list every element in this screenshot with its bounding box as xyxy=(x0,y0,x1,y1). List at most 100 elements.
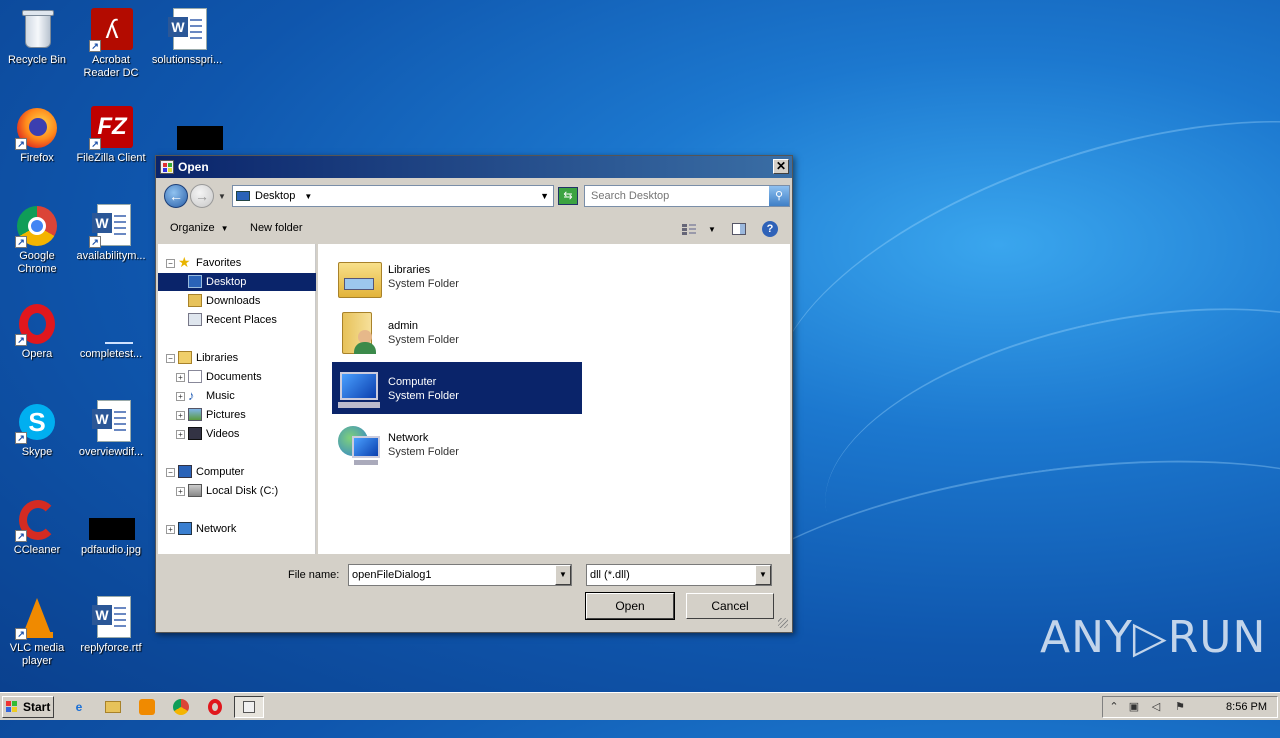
media-player-icon[interactable] xyxy=(138,698,156,716)
address-bar[interactable]: Desktop ▼ ▼ xyxy=(232,185,554,207)
chrome-icon[interactable] xyxy=(172,698,190,716)
start-label: Start xyxy=(23,700,51,714)
tree-item-videos[interactable]: + Videos xyxy=(158,425,316,443)
search-input[interactable] xyxy=(585,186,765,206)
chevron-down-icon[interactable]: ▼ xyxy=(755,565,771,585)
expand-icon[interactable]: + xyxy=(176,392,185,401)
network-status-icon[interactable]: ▣ xyxy=(1127,700,1141,714)
tree-item-downloads[interactable]: Downloads xyxy=(158,292,316,310)
desktop-icon-availability-doc[interactable]: W ↗ availabilitym... xyxy=(74,204,148,263)
desktop-icon-skype[interactable]: S ↗ Skype xyxy=(0,400,74,459)
list-item-admin[interactable]: admin System Folder xyxy=(332,306,582,358)
expand-icon[interactable]: + xyxy=(176,487,185,496)
network-globe-icon xyxy=(336,422,382,468)
app-icon xyxy=(160,160,174,174)
desktop-icon-vlc[interactable]: ↗ VLC media player xyxy=(0,596,74,668)
watermark: ANY▷RUN xyxy=(1040,612,1267,663)
address-dropdown-icon[interactable]: ▼ xyxy=(540,186,549,206)
expand-icon[interactable]: + xyxy=(176,430,185,439)
internet-explorer-icon[interactable]: e xyxy=(70,698,88,716)
desktop-icon-opera[interactable]: ↗ Opera xyxy=(0,302,74,361)
action-center-flag-icon[interactable]: ⚑ xyxy=(1173,700,1187,714)
dialog-titlebar[interactable]: Open ✕ xyxy=(156,156,792,178)
desktop-icon-ccleaner[interactable]: ↗ CCleaner xyxy=(0,498,74,557)
list-item-network[interactable]: Network System Folder xyxy=(332,418,582,470)
list-item-libraries[interactable]: Libraries System Folder xyxy=(332,250,582,302)
file-name-combobox[interactable]: ▼ xyxy=(348,564,572,586)
opera-icon[interactable] xyxy=(206,698,224,716)
organize-button[interactable]: Organize ▼ xyxy=(170,222,229,234)
dialog-footer: File name: ▼ dll (*.dll) ▼ Open Cancel xyxy=(158,556,790,630)
desktop-icon-solutions-doc[interactable]: W solutionsspri... xyxy=(150,8,224,67)
desktop-icon-overview-doc[interactable]: W overviewdif... xyxy=(74,400,148,459)
address-location[interactable]: Desktop xyxy=(255,190,295,202)
videos-icon xyxy=(188,427,202,440)
forward-button[interactable]: → xyxy=(190,184,214,208)
start-button[interactable]: Start xyxy=(2,696,54,718)
desktop-icon-filezilla[interactable]: FZ ↗ FileZilla Client xyxy=(74,106,148,165)
view-options-icon[interactable] xyxy=(682,223,696,235)
tree-item-computer[interactable]: − Computer xyxy=(158,463,316,481)
tree-item-libraries[interactable]: − Libraries xyxy=(158,349,316,367)
desktop-icon-firefox[interactable]: ↗ Firefox xyxy=(0,106,74,165)
desktop-icon-label: VLC media player xyxy=(9,642,65,667)
expand-icon[interactable]: + xyxy=(176,411,185,420)
back-button[interactable]: ← xyxy=(164,184,188,208)
file-type-select[interactable]: dll (*.dll) ▼ xyxy=(586,564,772,586)
collapse-icon[interactable]: − xyxy=(166,468,175,477)
new-folder-button[interactable]: New folder xyxy=(250,222,303,234)
volume-icon[interactable]: ◁ xyxy=(1149,700,1163,714)
desktop-icon-pdfaudio[interactable]: pdfaudio.jpg xyxy=(74,498,148,557)
search-icon[interactable]: ⚲ xyxy=(769,186,789,206)
desktop-icon-black-thumbnail[interactable] xyxy=(150,106,224,152)
cancel-button[interactable]: Cancel xyxy=(686,593,774,619)
tree-item-music[interactable]: + ♪ Music xyxy=(158,387,316,405)
collapse-icon[interactable]: − xyxy=(166,259,175,268)
desktop-icon-chrome[interactable]: ↗ Google Chrome xyxy=(0,204,74,276)
close-button[interactable]: ✕ xyxy=(773,159,789,174)
expand-icon[interactable]: + xyxy=(176,373,185,382)
chevron-down-icon: ▼ xyxy=(220,224,229,233)
expand-icon[interactable]: + xyxy=(166,525,175,534)
acrobat-icon: ʎ ↗ xyxy=(89,8,133,52)
file-name-input[interactable] xyxy=(349,565,553,585)
show-hidden-icons-icon[interactable]: ⌃ xyxy=(1107,700,1121,714)
desktop-icon-label: Acrobat Reader DC xyxy=(83,54,139,79)
file-explorer-icon[interactable] xyxy=(104,698,122,716)
chevron-down-icon[interactable]: ▼ xyxy=(555,565,571,585)
tree-item-pictures[interactable]: + Pictures xyxy=(158,406,316,424)
firefox-icon: ↗ xyxy=(15,106,59,150)
tree-item-label: Libraries xyxy=(196,352,239,364)
desktop-icon-replyforce[interactable]: W replyforce.rtf xyxy=(74,596,148,655)
open-button[interactable]: Open xyxy=(585,592,675,620)
clock[interactable]: 8:56 PM xyxy=(1226,701,1267,713)
preview-pane-icon[interactable] xyxy=(732,223,746,235)
open-file-dialog: Open ✕ ← → ▼ Desktop ▼ ▼ ⇆ ⚲ Organize ▼ N… xyxy=(155,155,793,633)
recent-locations-dropdown[interactable]: ▼ xyxy=(218,192,226,201)
refresh-button[interactable]: ⇆ xyxy=(558,187,578,205)
skype-icon: S ↗ xyxy=(15,400,59,444)
tree-item-network[interactable]: + Network xyxy=(158,520,316,538)
collapse-icon[interactable]: − xyxy=(166,354,175,363)
help-icon[interactable]: ? xyxy=(762,221,778,237)
computer-icon xyxy=(336,366,382,412)
search-box[interactable]: ⚲ xyxy=(584,185,790,207)
tree-item-favorites[interactable]: − ★ Favorites xyxy=(158,254,316,272)
desktop-icon-completest[interactable]: completest... xyxy=(74,302,148,361)
list-item-computer[interactable]: Computer System Folder xyxy=(332,362,582,414)
tree-item-recent-places[interactable]: Recent Places xyxy=(158,311,316,329)
tree-item-desktop[interactable]: Desktop xyxy=(158,273,316,291)
desktop-icon-acrobat[interactable]: ʎ ↗ Acrobat Reader DC xyxy=(74,8,148,80)
view-dropdown-icon[interactable]: ▼ xyxy=(708,225,716,234)
desktop-icon-label: overviewdif... xyxy=(78,446,144,458)
item-name: Libraries xyxy=(388,264,431,276)
resize-grip[interactable] xyxy=(778,618,788,628)
tree-item-local-disk[interactable]: + Local Disk (C:) xyxy=(158,482,316,500)
desktop-icon-recycle-bin[interactable]: Recycle Bin xyxy=(0,8,74,67)
file-list: Libraries System Folder admin System Fol… xyxy=(318,244,790,554)
active-task-open-dialog[interactable] xyxy=(234,696,264,718)
taskbar: Start e ⌃ ▣ ◁ ⚑ 8:56 PM xyxy=(0,692,1280,720)
breadcrumb-arrow-icon[interactable]: ▼ xyxy=(304,192,312,201)
tree-item-label: Pictures xyxy=(206,409,246,421)
tree-item-documents[interactable]: + Documents xyxy=(158,368,316,386)
